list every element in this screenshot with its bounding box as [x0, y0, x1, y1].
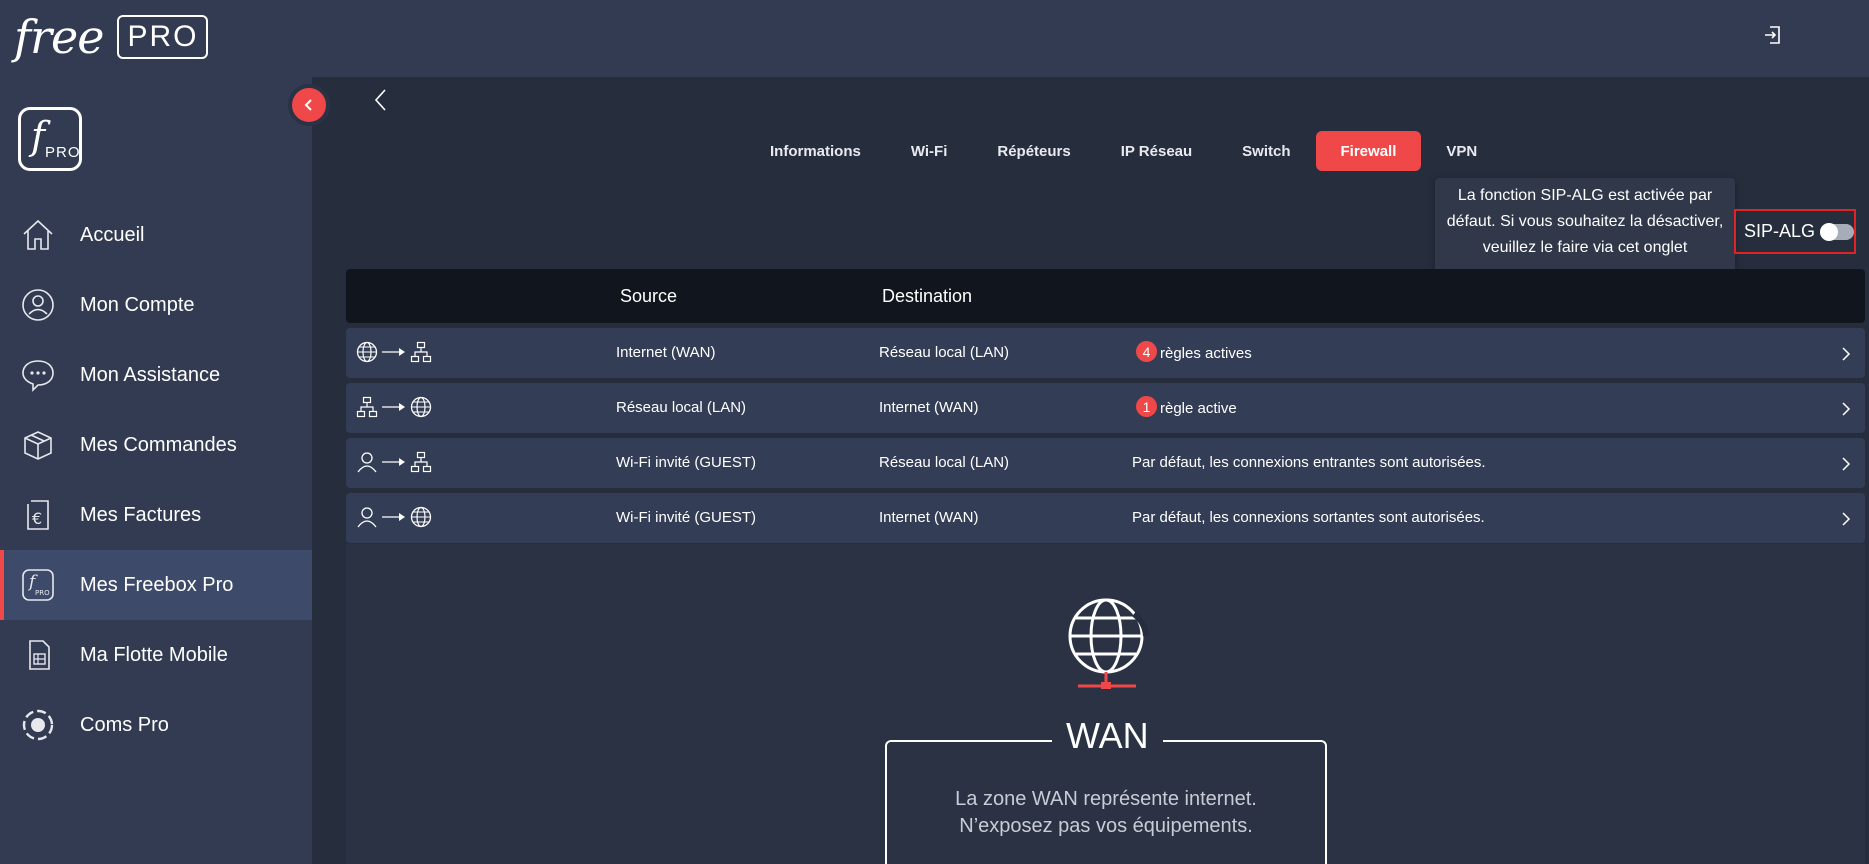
sidebar-item-label: Coms Pro [80, 713, 169, 736]
wan-description-line: N’exposez pas vos équipements. [959, 815, 1253, 837]
row-source: Réseau local (LAN) [616, 399, 747, 416]
back-arrow-icon[interactable] [372, 88, 390, 112]
firewall-table: Source Destination Internet (WAN) Réseau… [346, 269, 1865, 543]
flow-icons [356, 341, 432, 363]
wan-title: WAN [1052, 715, 1163, 757]
wan-description: La zone WAN représente internet. N’expos… [885, 786, 1327, 840]
chevron-right-icon [1842, 512, 1851, 526]
sidebar-nav: Accueil Mon Compte Mon Assistance Mes Co… [0, 200, 312, 760]
network-icon [410, 341, 432, 363]
svg-text:PRO: PRO [35, 589, 50, 597]
guest-icon [357, 452, 377, 473]
wan-globe-icon [1068, 598, 1149, 689]
column-header-source: Source [620, 286, 678, 306]
row-destination: Réseau local (LAN) [879, 344, 1010, 361]
user-icon [22, 289, 54, 321]
chevron-right-icon [1842, 457, 1851, 471]
sip-alg-control: SIP-ALG [1734, 209, 1856, 254]
chevron-right-icon [1842, 402, 1851, 416]
sidebar-item-accueil[interactable]: Accueil [0, 200, 312, 270]
flow-icons [356, 451, 432, 473]
logout-icon[interactable] [1764, 25, 1784, 45]
chevron-left-icon [304, 99, 312, 111]
row-status-text: règles actives [1160, 344, 1252, 362]
sidebar-item-mes-commandes[interactable]: Mes Commandes [0, 410, 312, 480]
row-source: Wi-Fi invité (GUEST) [616, 454, 756, 471]
guest-icon [357, 507, 377, 528]
table-row[interactable]: Internet (WAN) Réseau local (LAN) 4 règl… [346, 328, 1865, 378]
network-icon [356, 396, 378, 418]
sidebar-item-label: Accueil [80, 223, 145, 246]
sidebar-item-label: Mes Commandes [80, 433, 237, 456]
top-bar: free PRO [0, 0, 1869, 77]
sidebar-item-label: Mes Factures [80, 503, 202, 526]
row-destination: Réseau local (LAN) [879, 454, 1010, 471]
tab-wifi[interactable]: Wi-Fi [886, 131, 973, 171]
row-status: 4 règles actives [1136, 341, 1252, 362]
column-header-destination: Destination [882, 286, 973, 306]
sim-card-icon [29, 640, 50, 670]
tab-switch[interactable]: Switch [1217, 131, 1315, 171]
chat-icon [22, 360, 54, 392]
freebox-pro-icon: f PRO [22, 569, 54, 601]
row-destination: Internet (WAN) [879, 509, 979, 526]
table-row[interactable]: Réseau local (LAN) Internet (WAN) 1 règl… [346, 383, 1865, 433]
collapse-sidebar-button[interactable] [288, 84, 330, 126]
rule-count-badge: 1 [1136, 396, 1157, 417]
sidebar-item-label: Mes Freebox Pro [80, 573, 234, 596]
sip-alg-toggle[interactable] [1820, 222, 1854, 241]
invoice-icon: € [27, 500, 49, 530]
logo-text: free [14, 10, 104, 64]
row-status-text: règle active [1160, 399, 1237, 417]
sidebar-item-mes-factures[interactable]: € Mes Factures [0, 480, 312, 550]
wan-description-line: La zone WAN représente internet. [955, 788, 1257, 810]
logo-badge: PRO [117, 15, 209, 59]
sidebar-item-coms-pro[interactable]: Coms Pro [0, 690, 312, 760]
row-status: 1 règle active [1136, 396, 1237, 417]
sidebar-item-label: Mon Assistance [80, 363, 221, 386]
network-icon [410, 451, 432, 473]
sip-alg-label: SIP-ALG [1744, 221, 1816, 241]
tab-bar: Informations Wi-Fi Répéteurs IP Réseau S… [745, 131, 1502, 171]
flow-icons [356, 396, 432, 418]
table-row[interactable]: Wi-Fi invité (GUEST) Réseau local (LAN) … [346, 438, 1865, 488]
flow-icons [356, 506, 432, 528]
tab-repeteurs[interactable]: Répéteurs [972, 131, 1095, 171]
row-destination: Internet (WAN) [879, 399, 979, 416]
home-icon [23, 219, 53, 250]
arrow-right-icon [382, 348, 405, 356]
row-source: Internet (WAN) [616, 344, 716, 361]
sidebar-item-label: Mon Compte [80, 293, 195, 316]
row-status-text: Par défaut, les connexions sortantes son… [1132, 509, 1485, 526]
arrow-right-icon [382, 403, 405, 411]
svg-text:€: € [32, 509, 42, 528]
tab-firewall[interactable]: Firewall [1315, 131, 1422, 171]
sidebar-item-label: Ma Flotte Mobile [80, 643, 228, 666]
row-status-text: Par défaut, les connexions entrantes son… [1132, 454, 1486, 471]
tab-vpn[interactable]: VPN [1421, 131, 1502, 171]
globe-icon [410, 396, 432, 418]
table-header: Source Destination [346, 269, 1865, 323]
brand-letter: f [31, 114, 46, 158]
arrow-right-icon [382, 458, 405, 466]
sidebar-item-ma-flotte-mobile[interactable]: Ma Flotte Mobile [0, 620, 312, 690]
freebox-pro-brand-tile: f PRO [18, 107, 82, 171]
box-icon [24, 431, 52, 460]
globe-icon [356, 341, 378, 363]
tab-informations[interactable]: Informations [745, 131, 886, 171]
rule-count-badge: 4 [1136, 341, 1157, 362]
sidebar-item-mes-freebox-pro[interactable]: f PRO Mes Freebox Pro [0, 550, 312, 620]
chevron-right-icon [1842, 347, 1851, 361]
sidebar-item-mon-assistance[interactable]: Mon Assistance [0, 340, 312, 410]
row-source: Wi-Fi invité (GUEST) [616, 509, 756, 526]
brand-badge: PRO [45, 144, 81, 161]
coms-icon [22, 709, 54, 741]
table-row[interactable]: Wi-Fi invité (GUEST) Internet (WAN) Par … [346, 493, 1865, 543]
globe-icon [410, 506, 432, 528]
arrow-right-icon [382, 513, 405, 521]
sidebar-item-mon-compte[interactable]: Mon Compte [0, 270, 312, 340]
free-pro-logo[interactable]: free PRO [14, 10, 209, 64]
tab-ip-reseau[interactable]: IP Réseau [1096, 131, 1217, 171]
